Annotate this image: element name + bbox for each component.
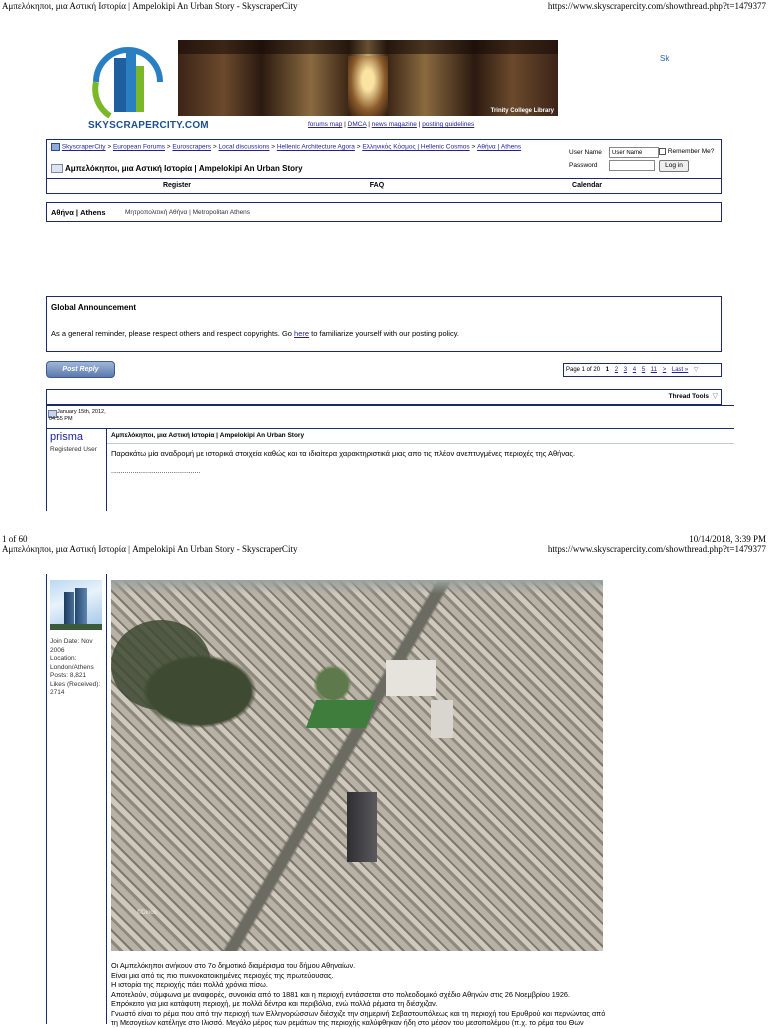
breadcrumb-athens[interactable]: Αθήνα | Athens (477, 144, 521, 151)
pager-page-5[interactable]: 5 (642, 367, 645, 373)
pager-page-2[interactable]: 2 (615, 367, 618, 373)
thread-tools-link[interactable]: Thread Tools (669, 393, 709, 400)
user-info: Join Date: Nov 2006 Location: London/Ath… (50, 638, 104, 698)
pager: Page 1 of 20 1 2 3 4 5 11 > Last » ▽ (563, 363, 722, 377)
pager-page-4[interactable]: 4 (633, 367, 636, 373)
password-input[interactable] (609, 160, 655, 171)
remember-me[interactable]: Remember Me? (659, 148, 714, 155)
post-body-line-7: τη Μεσογείων κατέληγε στο Ιλισσό. Μεγάλο… (111, 1018, 584, 1027)
nav-faq[interactable]: FAQ (347, 182, 407, 189)
pager-next[interactable]: > (663, 367, 667, 373)
login-button[interactable]: Log in (659, 160, 689, 172)
print-title-page2: Αμπελόκηποι, μια Αστική Ιστορία | Ampelo… (2, 544, 298, 554)
post-user-rank: Registered User (50, 446, 97, 453)
post-dots: ........................................… (111, 468, 201, 475)
global-announcement: Global Announcement As a general reminde… (46, 296, 722, 352)
post-reply-button[interactable]: Post Reply (46, 361, 115, 378)
post-body-line-6: Γνωστό είναι το ρέμα που από την περιοχή… (111, 1008, 606, 1018)
announcement-text-before: As a general reminder, please respect ot… (51, 329, 295, 338)
post-title-divider (107, 443, 734, 444)
pager-label: Page 1 of 20 (566, 367, 601, 373)
banner-caption: Trinity College Library (490, 108, 554, 114)
header-banner[interactable]: Trinity College Library (178, 40, 558, 116)
user-location: Location: London/Athens (50, 655, 94, 671)
thread-tools-bar: Thread Tools ▽ (46, 389, 722, 405)
pager-current-page: 1 (605, 367, 610, 373)
user-likes: Likes (Received): 2714 (50, 680, 101, 697)
logo-text: SKYSCRAPERCITY.COM (88, 120, 209, 131)
post-body-line-1: Οι Αμπελόκηποι ανήκουν στο 7ο δημοτικό δ… (111, 961, 356, 970)
forum-subtitle: Μητροπολιτική Αθήνα | Metropolitan Athen… (125, 209, 251, 216)
remember-checkbox[interactable] (659, 148, 666, 155)
post-body-line-4: Αποτελούν, σύμφωνα με αναφορές, συνοικία… (111, 989, 570, 999)
news-magazine-link[interactable]: news magazine (372, 121, 417, 128)
aerial-photo[interactable]: ©Dinos (111, 580, 603, 951)
thread-title: Αμπελόκηποι, μια Αστική Ιστορία | Ampelo… (64, 164, 303, 173)
photo-watermark: ©Dinos (137, 910, 157, 916)
post-body-line-5: Επρόκειτο για μια κατάφυτη περιοχή, με π… (111, 999, 438, 1008)
post-left-border-2 (46, 574, 47, 1024)
nav-calendar[interactable]: Calendar (557, 182, 617, 189)
announcement-title: Global Announcement (51, 303, 137, 312)
post-username[interactable]: prisma (50, 431, 83, 443)
thread-title-crumb: Αμπελόκηποι, μια Αστική Ιστορία | Ampelo… (51, 164, 303, 174)
print-url: https://www.skyscrapercity.com/showthrea… (547, 1, 766, 11)
breadcrumb-euroscrapers[interactable]: Euroscrapers (172, 144, 211, 151)
user-avatar[interactable] (50, 580, 102, 630)
announcement-text-after: to familiarize yourself with our posting… (309, 329, 459, 338)
posting-guidelines-link[interactable]: posting guidelines (422, 121, 474, 128)
post-reply-label: Post Reply (62, 366, 99, 373)
post-body: Οι Αμπελόκηποι ανήκουν στο 7ο δημοτικό δ… (111, 961, 751, 1028)
post-date: January 15th, 2012, 04:55 PM (49, 409, 106, 422)
username-label: User Name (569, 149, 602, 156)
post-body-line-3: Η ιστορία της περιοχής πάει πολλά χρόνια… (111, 980, 268, 989)
password-label: Password (569, 162, 598, 169)
post-column-divider (106, 428, 107, 511)
pager-page-3[interactable]: 3 (624, 367, 627, 373)
pager-dropdown-icon[interactable]: ▽ (694, 367, 699, 373)
breadcrumb: SkyscraperCity > European Forums > Euros… (51, 143, 561, 151)
navbar: Register FAQ Calendar (46, 178, 722, 194)
pager-last[interactable]: Last » (672, 367, 688, 373)
print-page-number: 1 of 60 (2, 534, 28, 544)
post-intro: Παρακάτω μία αναδρομή με ιστορικά στοιχε… (111, 449, 576, 458)
home-icon[interactable] (51, 143, 60, 151)
breadcrumb-european-forums[interactable]: European Forums (113, 144, 165, 151)
announcement-here-link[interactable]: here (294, 329, 309, 338)
forum-name[interactable]: Αθήνα | Athens (51, 208, 106, 217)
forums-map-link[interactable]: forums map (308, 121, 342, 128)
right-stub-text: Sk (660, 54, 670, 63)
breadcrumb-hellenic-cosmos[interactable]: Ελληνικός Κόσμος | Hellenic Cosmos (362, 144, 469, 151)
breadcrumb-local-discussions[interactable]: Local discussions (218, 144, 269, 151)
top-links: forums map | DMCA | news magazine | post… (308, 121, 475, 128)
username-input[interactable] (609, 147, 659, 158)
announcement-text: As a general reminder, please respect ot… (51, 329, 459, 338)
pager-page-11[interactable]: 11 (651, 367, 657, 373)
breadcrumb-hellenic-agora[interactable]: Hellenic Architecture Agora (277, 144, 355, 151)
print-title: Αμπελόκηποι, μια Αστική Ιστορία | Ampelo… (2, 1, 298, 11)
print-url-page2: https://www.skyscrapercity.com/showthrea… (547, 544, 766, 554)
dmca-link[interactable]: DMCA (348, 121, 367, 128)
breadcrumb-skyscrapercity[interactable]: SkyscraperCity (62, 144, 106, 151)
user-posts: Posts: 8,821 (50, 672, 87, 679)
breadcrumb-bar: SkyscraperCity > European Forums > Euros… (46, 139, 722, 179)
post-body-line-2: Είναι μια από τις πιο πυκνοκατοικημένες … (111, 970, 334, 980)
user-join-date: Join Date: Nov 2006 (50, 638, 93, 654)
remember-label: Remember Me? (667, 148, 715, 156)
post-header: January 15th, 2012, 04:55 PM (46, 405, 734, 429)
forum-info-bar: Αθήνα | Athens Μητροπολιτική Αθήνα | Met… (46, 202, 722, 222)
nav-register[interactable]: Register (147, 182, 207, 189)
print-datetime: 10/14/2018, 3:39 PM (689, 534, 766, 544)
thread-tools-dropdown-icon[interactable]: ▽ (713, 392, 718, 400)
post-title: Αμπελόκηποι, μια Αστική Ιστορία | Ampelo… (111, 432, 305, 439)
thread-icon (51, 164, 63, 174)
post-column-divider-2 (106, 574, 107, 1024)
